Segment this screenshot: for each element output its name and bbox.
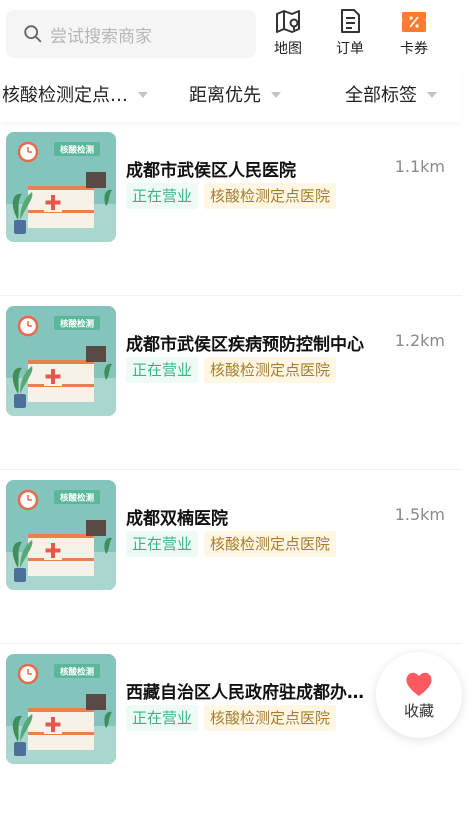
- merchant-distance: 1.1km: [394, 157, 445, 176]
- order-button[interactable]: 订单: [322, 6, 378, 62]
- status-badge: 正在营业: [126, 183, 199, 209]
- merchant-name: 成都双楠医院: [126, 509, 228, 529]
- status-badge: 正在营业: [126, 531, 199, 557]
- category-badge: 核酸检测定点医院: [204, 705, 337, 731]
- category-badge: 核酸检测定点医院: [204, 357, 337, 383]
- thumbnail-sign-label: 核酸检测: [60, 319, 95, 330]
- thumbnail-sign-label: 核酸检测: [60, 667, 95, 678]
- merchant-name: 成都市武侯区人民医院: [126, 161, 296, 181]
- map-icon: [276, 10, 300, 33]
- chevron-down-icon: [271, 92, 281, 98]
- search-icon: [24, 25, 42, 43]
- merchant-distance: 1.2km: [394, 331, 445, 350]
- merchant-thumbnail: 核酸检测: [6, 306, 116, 416]
- heart-icon: [406, 672, 432, 696]
- filter-tags-label: 全部标签: [345, 85, 417, 106]
- list-item[interactable]: 核酸检测 成都市武侯区人民医院 1.1km 正在营业 核酸检测定点医院: [0, 122, 462, 296]
- filter-sort[interactable]: 距离优先: [189, 66, 281, 122]
- merchant-name: 成都市武侯区疾病预防控制中心: [126, 335, 364, 355]
- category-badge: 核酸检测定点医院: [204, 531, 337, 557]
- thumbnail-sign-label: 核酸检测: [60, 493, 95, 504]
- merchant-distance: 1.5km: [394, 505, 445, 524]
- header: 尝试搜索商家 地图 订单 卡券: [0, 0, 472, 66]
- filter-category[interactable]: 核酸检测定点…: [2, 66, 148, 122]
- filter-category-label: 核酸检测定点…: [2, 85, 128, 106]
- list-item[interactable]: 核酸检测 成都市武侯区疾病预防控制中心 1.2km 正在营业 核酸检测定点医院: [0, 296, 462, 470]
- list-item[interactable]: 核酸检测 成都双楠医院 1.5km 正在营业 核酸检测定点医院: [0, 470, 462, 644]
- order-icon: [341, 9, 360, 33]
- merchant-thumbnail: 核酸检测: [6, 654, 116, 764]
- favorite-label: 收藏: [403, 701, 434, 720]
- coupon-label: 卡券: [400, 41, 428, 57]
- chevron-down-icon: [138, 92, 148, 98]
- thumbnail-sign-label: 核酸检测: [60, 145, 95, 156]
- status-badge: 正在营业: [126, 705, 199, 731]
- filter-bar: 核酸检测定点… 距离优先 全部标签: [0, 66, 462, 122]
- map-button[interactable]: 地图: [260, 6, 316, 62]
- coupon-icon: [402, 12, 426, 32]
- search-box[interactable]: 尝试搜索商家: [6, 10, 256, 58]
- coupon-button[interactable]: 卡券: [386, 6, 442, 62]
- category-badge: 核酸检测定点医院: [204, 183, 337, 209]
- chevron-down-icon: [427, 92, 437, 98]
- merchant-name: 西藏自治区人民政府驻成都办…: [126, 683, 364, 703]
- filter-sort-label: 距离优先: [189, 85, 261, 106]
- map-label: 地图: [274, 41, 302, 57]
- favorite-button[interactable]: 收藏: [376, 652, 462, 738]
- merchant-thumbnail: 核酸检测: [6, 480, 116, 590]
- merchant-thumbnail: 核酸检测: [6, 132, 116, 242]
- filter-tags[interactable]: 全部标签: [345, 66, 437, 122]
- status-badge: 正在营业: [126, 357, 199, 383]
- order-label: 订单: [336, 41, 364, 57]
- search-placeholder: 尝试搜索商家: [50, 26, 152, 47]
